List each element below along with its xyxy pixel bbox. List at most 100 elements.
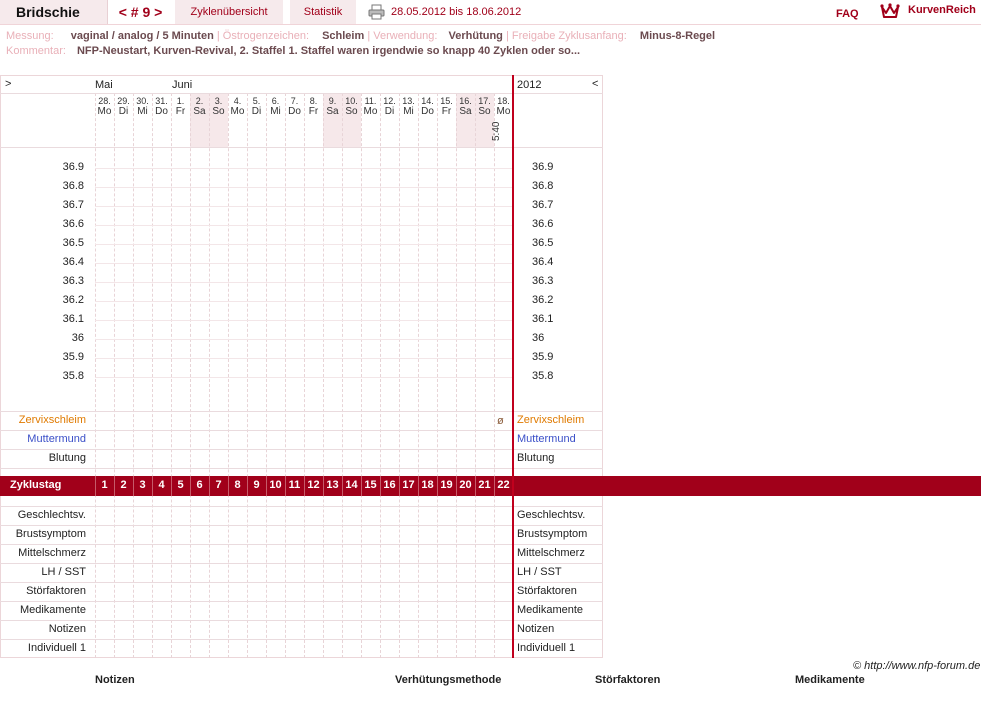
tab-zyklenuebersicht[interactable]: Zyklenübersicht xyxy=(175,0,283,24)
zyklustag-number[interactable]: 3 xyxy=(133,479,152,491)
zyklustag-number[interactable]: 11 xyxy=(285,479,304,491)
grid-column-line xyxy=(361,93,362,658)
zyklustag-number[interactable]: 16 xyxy=(380,479,399,491)
zyklustag-number[interactable]: 8 xyxy=(228,479,247,491)
printer-icon[interactable] xyxy=(368,4,385,20)
temp-grid-line xyxy=(95,244,513,245)
verwendung-label: Verwendung: xyxy=(373,30,438,42)
day-header[interactable]: 18. Mo xyxy=(494,96,513,117)
cycle-navigation[interactable]: < # 9 > xyxy=(108,0,173,24)
zyklustag-number[interactable]: 4 xyxy=(152,479,171,491)
day-number: 3. xyxy=(214,96,223,106)
day-header[interactable]: 10. So xyxy=(342,96,361,117)
grid-column-line xyxy=(133,93,134,658)
day-weekday: So xyxy=(478,106,491,117)
zyklustag-number[interactable]: 7 xyxy=(209,479,228,491)
crown-logo-icon[interactable] xyxy=(880,3,900,20)
day-header[interactable]: 9. Sa xyxy=(323,96,342,117)
day-header[interactable]: 5. Di xyxy=(247,96,266,117)
day-header[interactable]: 14. Do xyxy=(418,96,437,117)
day-header[interactable]: 3. So xyxy=(209,96,228,117)
scroll-left-button[interactable]: > xyxy=(5,78,11,90)
grid-column-line xyxy=(323,93,324,658)
day-header[interactable]: 13. Mi xyxy=(399,96,418,117)
user-name-tab[interactable]: Bridschie xyxy=(0,0,108,24)
zyklustag-number[interactable]: 22 xyxy=(494,479,513,491)
temp-label-right: 36.1 xyxy=(532,313,554,325)
grid-column-line xyxy=(190,93,191,658)
day-number: 29. xyxy=(117,96,130,106)
day-number: 15. xyxy=(440,96,453,106)
day-header[interactable]: 1. Fr xyxy=(171,96,190,117)
zyklustag-number[interactable]: 14 xyxy=(342,479,361,491)
day-number: 6. xyxy=(271,96,280,106)
day-weekday: Mi xyxy=(270,106,281,117)
day-header[interactable]: 17. So xyxy=(475,96,494,117)
zyklustag-number[interactable]: 20 xyxy=(456,479,475,491)
day-weekday: Di xyxy=(384,106,395,117)
temp-label-left: 36 xyxy=(71,332,84,344)
today-marker-line xyxy=(512,75,514,658)
day-weekday: So xyxy=(345,106,358,117)
day-header[interactable]: 29. Di xyxy=(114,96,133,117)
freigabe-label: Freigabe Zyklusanfang: xyxy=(511,30,627,42)
temp-label-right: 36 xyxy=(532,332,545,344)
day-number: 16. xyxy=(459,96,472,106)
day-header[interactable]: 31. Do xyxy=(152,96,171,117)
scroll-right-button[interactable]: < xyxy=(592,78,598,90)
grid-column-line xyxy=(266,93,267,658)
brand-name[interactable]: KurvenReich xyxy=(908,4,976,16)
temp-label-left: 35.9 xyxy=(62,351,84,363)
messung-value: vaginal / analog / 5 Minuten xyxy=(70,30,214,42)
day-weekday: Do xyxy=(155,106,168,117)
day-header[interactable]: 8. Fr xyxy=(304,96,323,117)
day-header[interactable]: 30. Mi xyxy=(133,96,152,117)
zyklustag-number[interactable]: 21 xyxy=(475,479,494,491)
day-weekday: Mi xyxy=(403,106,414,117)
messung-label: Messung: xyxy=(6,30,54,42)
grid-column-line xyxy=(342,93,343,658)
zyklustag-number[interactable]: 5 xyxy=(171,479,190,491)
day-number: 12. xyxy=(383,96,396,106)
day-number: 8. xyxy=(309,96,318,106)
temp-label-left: 36.4 xyxy=(62,256,84,268)
day-weekday: Mo xyxy=(363,106,378,117)
year-label: 2012 xyxy=(517,79,542,91)
grid-column-line xyxy=(380,93,381,658)
grid-column-line xyxy=(285,93,286,658)
zyklustag-number[interactable]: 2 xyxy=(114,479,133,491)
tab-statistik[interactable]: Statistik xyxy=(290,0,356,24)
zyklustag-number[interactable]: 6 xyxy=(190,479,209,491)
zyklustag-number[interactable]: 18 xyxy=(418,479,437,491)
row-label-individuell-1: Individuell 1 xyxy=(27,642,86,654)
day-header[interactable]: 2. Sa xyxy=(190,96,209,117)
day-number: 10. xyxy=(345,96,358,106)
zervix-entry-day22[interactable]: ø xyxy=(497,415,504,427)
zyklustag-number[interactable]: 9 xyxy=(247,479,266,491)
day-header[interactable]: 28. Mo xyxy=(95,96,114,117)
zyklustag-number[interactable]: 13 xyxy=(323,479,342,491)
zyklustag-bar-right xyxy=(514,476,981,496)
day-header[interactable]: 11. Mo xyxy=(361,96,380,117)
faq-link[interactable]: FAQ xyxy=(836,8,859,20)
date-range: 28.05.2012 bis 18.06.2012 xyxy=(391,6,522,18)
footer-col-verhuetungsmethode: Verhütungsmethode xyxy=(395,674,502,686)
day-header[interactable]: 7. Do xyxy=(285,96,304,117)
footer-col-stoerfaktoren: Störfaktoren xyxy=(595,674,661,686)
zyklustag-number[interactable]: 10 xyxy=(266,479,285,491)
day-header[interactable]: 4. Mo xyxy=(228,96,247,117)
row-label-medikamente-right: Medikamente xyxy=(517,604,584,616)
row-label-lh-sst-right: LH / SST xyxy=(517,566,562,578)
zyklustag-number[interactable]: 19 xyxy=(437,479,456,491)
zyklustag-number[interactable]: 15 xyxy=(361,479,380,491)
zyklustag-number[interactable]: 17 xyxy=(399,479,418,491)
zyklustag-number[interactable]: 12 xyxy=(304,479,323,491)
day-header[interactable]: 16. Sa xyxy=(456,96,475,117)
grid-column-line xyxy=(209,93,210,658)
day-header[interactable]: 6. Mi xyxy=(266,96,285,117)
day-header[interactable]: 12. Di xyxy=(380,96,399,117)
grid-column-line xyxy=(95,93,96,658)
day-header[interactable]: 15. Fr xyxy=(437,96,456,117)
zyklustag-number[interactable]: 1 xyxy=(95,479,114,491)
row-label-brustsymptom: Brustsymptom xyxy=(15,528,86,540)
